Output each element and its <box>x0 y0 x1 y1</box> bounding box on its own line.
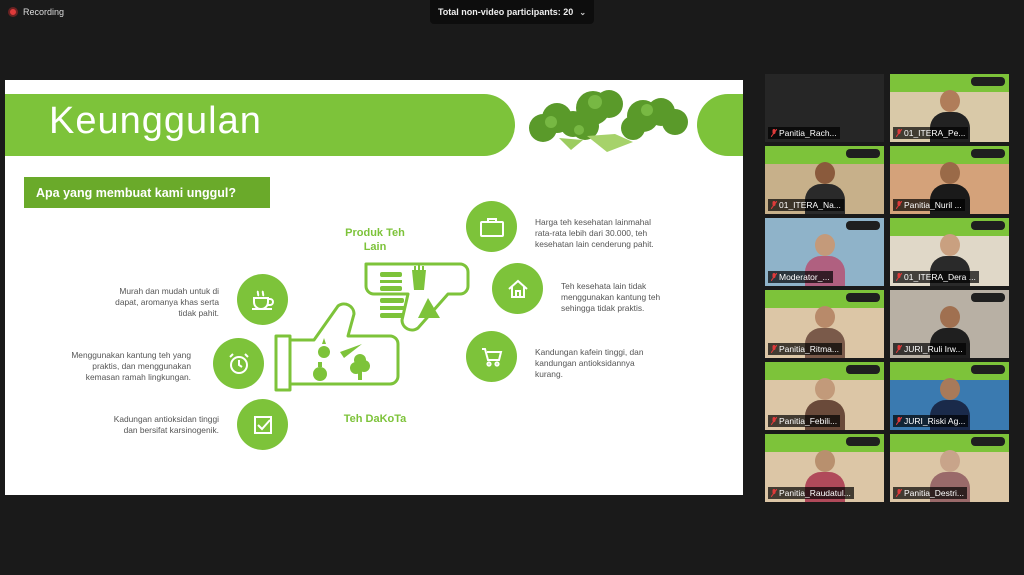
participants-label: Total non-video participants: 20 <box>437 7 574 17</box>
muted-mic-icon <box>896 489 902 497</box>
muted-mic-icon <box>771 489 777 497</box>
participant-name: Panitia_Nuril ... <box>893 199 965 211</box>
label-other-product: Produk Teh Lain <box>345 227 405 253</box>
note-left-2: Menggunakan kantung teh yang praktis, da… <box>71 350 191 382</box>
participant-tile[interactable]: Panitia_Febili... <box>765 362 884 430</box>
participant-tile[interactable]: Panitia_Raudatul... <box>765 434 884 502</box>
home-icon <box>492 263 543 314</box>
slide-title: Keunggulan <box>49 100 262 142</box>
participant-name: Panitia_Destri... <box>893 487 967 499</box>
recording-label: Recording <box>23 7 65 17</box>
participant-tile[interactable]: 01_ITERA_Pe... <box>890 74 1009 142</box>
muted-mic-icon <box>771 417 777 425</box>
broccoli-image <box>529 90 688 152</box>
alarm-clock-icon <box>213 338 264 389</box>
tile-controls[interactable] <box>846 149 880 158</box>
muted-mic-icon <box>896 201 902 209</box>
title-banner-right <box>697 94 743 156</box>
muted-mic-icon <box>896 273 902 281</box>
participant-tile[interactable]: 01_ITERA_Na... <box>765 146 884 214</box>
thumbs-up-down-illustration <box>274 262 470 392</box>
tile-controls[interactable] <box>971 221 1005 230</box>
participant-name: Panitia_Ritma... <box>768 343 842 355</box>
participant-tile[interactable]: Panitia_Nuril ... <box>890 146 1009 214</box>
record-dot-icon <box>8 7 18 17</box>
muted-mic-icon <box>896 345 902 353</box>
tile-controls[interactable] <box>971 437 1005 446</box>
muted-mic-icon <box>771 273 777 281</box>
muted-mic-icon <box>896 129 902 137</box>
participant-name: 01_ITERA_Dera ... <box>893 271 979 283</box>
muted-mic-icon <box>771 345 777 353</box>
note-right-1: Harga teh kesehatan lainmahal rata-rata … <box>535 217 654 249</box>
tile-controls[interactable] <box>971 293 1005 302</box>
briefcase-icon <box>466 201 517 252</box>
recording-indicator[interactable]: Recording <box>8 7 64 17</box>
participant-name: JURI_Ruli Irw... <box>893 343 966 355</box>
participant-name: JURI_Riski Ag... <box>893 415 969 427</box>
note-left-1: Murah dan mudah untuk di dapat, aromanya… <box>115 286 219 318</box>
muted-mic-icon <box>896 417 902 425</box>
participant-tile[interactable]: JURI_Ruli Irw... <box>890 290 1009 358</box>
participant-tile[interactable]: Panitia_Destri... <box>890 434 1009 502</box>
participant-tile[interactable]: Panitia_Ritma... <box>765 290 884 358</box>
tile-controls[interactable] <box>846 221 880 230</box>
note-left-3: Kadungan antioksidan tinggi dan bersifat… <box>113 414 219 435</box>
participant-name: Panitia_Raudatul... <box>768 487 854 499</box>
participants-dropdown[interactable]: Total non-video participants: 20 ⌄ <box>430 0 594 24</box>
participant-name: Panitia_Rach... <box>768 127 840 139</box>
note-right-2: Teh kesehata lain tidak menggunakan kant… <box>561 281 661 313</box>
tile-controls[interactable] <box>971 77 1005 86</box>
note-right-3: Kandungan kafein tinggi, dan kandungan a… <box>535 347 644 379</box>
chevron-down-icon: ⌄ <box>579 7 587 17</box>
tile-controls[interactable] <box>846 437 880 446</box>
checkbox-icon <box>237 399 288 450</box>
question-banner: Apa yang membuat kami unggul? <box>24 177 270 208</box>
participant-name: 01_ITERA_Pe... <box>893 127 969 139</box>
participant-tile[interactable]: JURI_Riski Ag... <box>890 362 1009 430</box>
tile-controls[interactable] <box>846 293 880 302</box>
label-our-product: Teh DaKoTa <box>343 413 407 425</box>
participant-name: Panitia_Febili... <box>768 415 841 427</box>
participant-name: Moderator_... <box>768 271 833 283</box>
tile-controls[interactable] <box>971 365 1005 374</box>
participant-name: 01_ITERA_Na... <box>768 199 844 211</box>
participant-tile[interactable]: Moderator_... <box>765 218 884 286</box>
shared-slide: Keunggulan Apa yang membuat kami unggul?… <box>5 80 743 495</box>
tile-controls[interactable] <box>846 365 880 374</box>
muted-mic-icon <box>771 201 777 209</box>
participant-tile[interactable]: 01_ITERA_Dera ... <box>890 218 1009 286</box>
participant-tile[interactable]: Panitia_Rach... <box>765 74 884 142</box>
tile-controls[interactable] <box>971 149 1005 158</box>
muted-mic-icon <box>771 129 777 137</box>
